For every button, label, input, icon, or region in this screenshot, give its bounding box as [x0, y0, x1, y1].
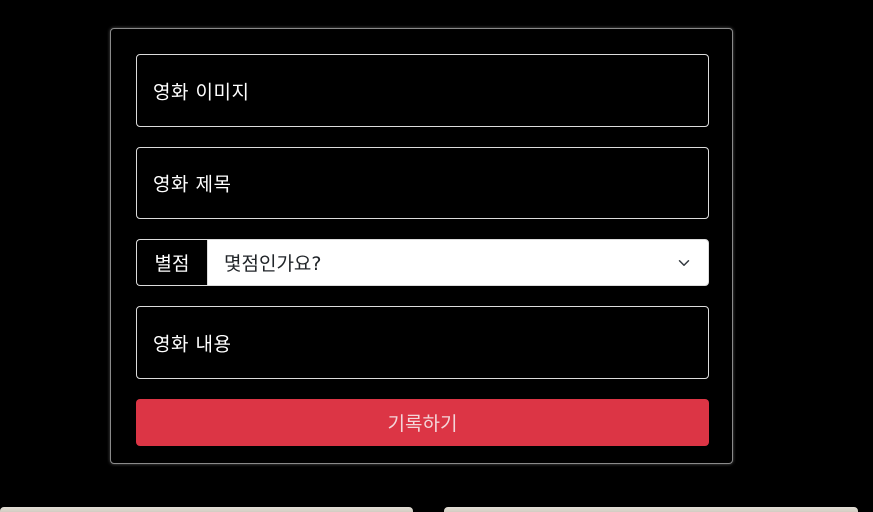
- page: 영화 이미지 영화 제목 별점 몇점인가요? 영화 내용 기록하기: [0, 0, 873, 512]
- movie-record-form: 영화 이미지 영화 제목 별점 몇점인가요? 영화 내용 기록하기: [110, 28, 733, 464]
- rating-addon-label: 별점: [136, 239, 207, 286]
- movie-card-preview[interactable]: [444, 507, 858, 512]
- chevron-down-icon: [678, 259, 690, 266]
- rating-select[interactable]: 몇점인가요?: [207, 239, 709, 286]
- movie-title-input[interactable]: 영화 제목: [136, 147, 709, 219]
- rating-input-group: 별점 몇점인가요?: [136, 239, 709, 286]
- rating-selected-value: 몇점인가요?: [224, 253, 322, 275]
- submit-record-button[interactable]: 기록하기: [136, 399, 709, 446]
- movie-content-label: 영화 내용: [153, 333, 232, 355]
- movie-card-preview[interactable]: [0, 507, 413, 512]
- movie-image-label: 영화 이미지: [153, 81, 250, 103]
- movie-title-label: 영화 제목: [153, 173, 232, 196]
- movie-content-input[interactable]: 영화 내용: [136, 306, 709, 379]
- movie-image-input[interactable]: 영화 이미지: [136, 54, 709, 127]
